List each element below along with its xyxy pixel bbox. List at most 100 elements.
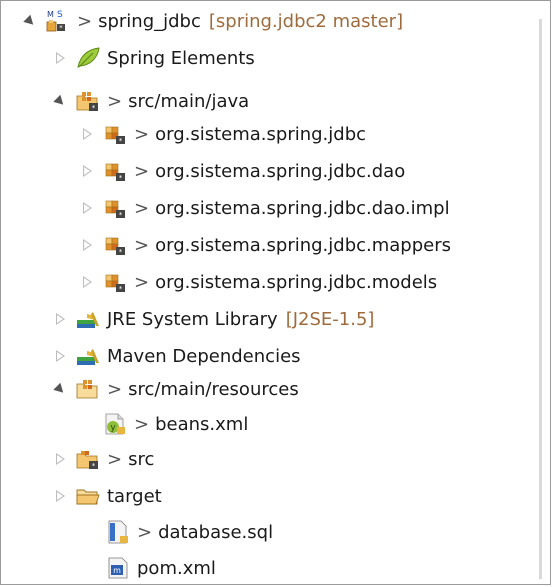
tree-item-jre-system-library[interactable]: JRE System Library [J2SE-1.5] [49, 301, 374, 337]
package-icon: * [102, 121, 128, 147]
expand-toggle[interactable] [76, 190, 98, 226]
source-folder-icon [75, 376, 101, 402]
collapse-toggle[interactable] [19, 3, 41, 39]
tree-item-package[interactable]: * > org.sistema.spring.jdbc.models [76, 264, 437, 300]
svg-text:S: S [57, 10, 63, 20]
source-folder-icon: * [75, 88, 101, 114]
svg-text:*: * [119, 248, 123, 256]
library-icon [75, 306, 101, 332]
chevron-right-icon [55, 453, 65, 465]
chevron-down-icon [53, 382, 67, 396]
project-tree: * M S > spring_jdbc [spring.jdbc2 master… [1, 1, 550, 584]
expand-toggle[interactable] [76, 227, 98, 263]
folder-icon [75, 483, 101, 509]
tree-item-label: org.sistema.spring.jdbc [155, 123, 367, 145]
collapse-toggle[interactable] [49, 371, 71, 407]
tree-item-label: src [128, 448, 155, 470]
package-icon: * [102, 195, 128, 221]
project-name: spring_jdbc [98, 10, 201, 32]
svg-text:*: * [119, 211, 123, 219]
folder-package-icon: * [75, 446, 101, 472]
expand-toggle[interactable] [49, 40, 71, 76]
maven-pom-icon: m [105, 555, 131, 581]
tree-item-src[interactable]: * > src [49, 441, 154, 477]
tree-item-target[interactable]: target [49, 478, 162, 514]
library-icon [75, 343, 101, 369]
git-dirty-marker: > [107, 90, 123, 112]
svg-text:*: * [59, 24, 63, 32]
tree-item-label: src/main/resources [128, 378, 299, 400]
tree-item-database-sql[interactable]: > database.sql [79, 514, 273, 550]
expand-toggle[interactable] [49, 441, 71, 477]
tree-item-package[interactable]: * > org.sistema.spring.jdbc.dao [76, 153, 405, 189]
tree-item-label: Maven Dependencies [107, 345, 301, 367]
chevron-down-icon [53, 94, 67, 108]
tree-item-package[interactable]: * > org.sistema.spring.jdbc.dao.impl [76, 190, 450, 226]
tree-item-label: src/main/java [128, 90, 250, 112]
tree-item-pom-xml[interactable]: m pom.xml [79, 550, 216, 586]
tree-item-package[interactable]: * > org.sistema.spring.jdbc.mappers [76, 227, 451, 263]
git-branch-decoration: [spring.jdbc2 master] [208, 10, 404, 32]
tree-item-maven-dependencies[interactable]: Maven Dependencies [49, 338, 301, 374]
tree-item-label: JRE System Library [107, 308, 278, 330]
expand-toggle[interactable] [49, 338, 71, 374]
collapse-toggle[interactable] [49, 83, 71, 119]
package-icon: * [102, 269, 128, 295]
tree-item-src-main-resources[interactable]: > src/main/resources [49, 371, 299, 407]
tree-item-package[interactable]: * > org.sistema.spring.jdbc [76, 116, 366, 152]
git-dirty-marker: > [137, 521, 153, 543]
svg-text:y: y [110, 423, 116, 433]
chevron-right-icon [82, 128, 92, 140]
svg-text:*: * [92, 104, 96, 112]
tree-item-label: org.sistema.spring.jdbc.models [155, 271, 438, 293]
git-dirty-marker: > [107, 448, 123, 470]
expand-toggle[interactable] [76, 116, 98, 152]
git-dirty-marker: > [134, 197, 150, 219]
package-explorer-view: * M S > spring_jdbc [spring.jdbc2 master… [0, 0, 551, 585]
tree-item-label: org.sistema.spring.jdbc.dao [155, 160, 406, 182]
chevron-right-icon [55, 350, 65, 362]
sql-file-icon [105, 519, 131, 545]
tree-item-label: org.sistema.spring.jdbc.mappers [155, 234, 452, 256]
expand-toggle[interactable] [76, 153, 98, 189]
svg-text:*: * [92, 462, 96, 470]
tree-item-beans-xml[interactable]: y > beans.xml [102, 406, 248, 442]
tree-item-label: pom.xml [137, 557, 216, 579]
maven-spring-project-icon: * M S [45, 8, 71, 34]
tree-item-src-main-java[interactable]: * > src/main/java [49, 83, 249, 119]
package-icon: * [102, 158, 128, 184]
git-dirty-marker: > [134, 271, 150, 293]
svg-text:*: * [119, 174, 123, 182]
chevron-right-icon [82, 239, 92, 251]
tree-item-spring-elements[interactable]: Spring Elements [49, 40, 255, 76]
package-icon: * [102, 232, 128, 258]
git-dirty-marker: > [77, 10, 93, 32]
chevron-right-icon [82, 165, 92, 177]
git-dirty-marker: > [134, 123, 150, 145]
spring-beans-xml-icon: y [102, 411, 128, 437]
tree-item-label: org.sistema.spring.jdbc.dao.impl [155, 197, 450, 219]
chevron-right-icon [55, 490, 65, 502]
chevron-right-icon [82, 202, 92, 214]
git-dirty-marker: > [134, 234, 150, 256]
tree-item-spring-jdbc[interactable]: * M S > spring_jdbc [spring.jdbc2 master… [19, 3, 403, 39]
tree-item-label: target [107, 485, 162, 507]
expand-toggle[interactable] [49, 478, 71, 514]
tree-item-label: beans.xml [155, 413, 249, 435]
chevron-right-icon [55, 313, 65, 325]
git-dirty-marker: > [134, 160, 150, 182]
chevron-down-icon [23, 14, 37, 28]
svg-text:*: * [119, 137, 123, 145]
expand-toggle[interactable] [49, 301, 71, 337]
git-dirty-marker: > [134, 413, 150, 435]
svg-text:M: M [47, 10, 54, 19]
tree-item-label: database.sql [158, 521, 274, 543]
expand-toggle[interactable] [76, 264, 98, 300]
svg-text:*: * [119, 285, 123, 293]
chevron-right-icon [82, 276, 92, 288]
svg-text:m: m [113, 566, 121, 575]
chevron-right-icon [55, 52, 65, 64]
library-version-decoration: [J2SE-1.5] [285, 308, 375, 330]
